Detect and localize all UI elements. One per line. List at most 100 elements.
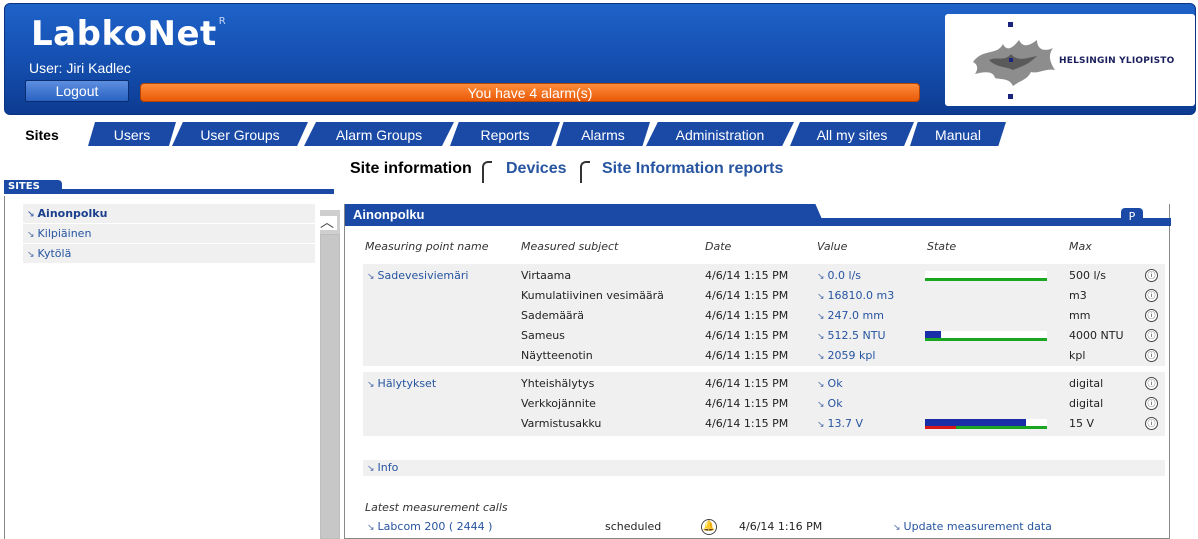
- alarm-notification-bar[interactable]: You have 4 alarm(s): [140, 83, 920, 102]
- state-level-fill: [925, 331, 941, 338]
- print-button[interactable]: P: [1121, 208, 1143, 226]
- arrow-icon: ↘: [367, 464, 375, 474]
- arrow-icon: ↘: [367, 523, 375, 533]
- sidebar-item-ainonpolku[interactable]: ↘ Ainonpolku: [23, 204, 315, 224]
- main-tabs: Sites Users User Groups Alarm Groups Rep…: [10, 120, 1010, 146]
- logout-button[interactable]: Logout: [25, 80, 129, 102]
- info-icon[interactable]: ⓘ: [1145, 377, 1158, 390]
- column-header-state: State: [927, 240, 957, 253]
- site-panel: Ainonpolku P Measuring point name Measur…: [344, 204, 1171, 539]
- tab-reports[interactable]: Reports: [450, 122, 560, 146]
- sidebar: ↘ Ainonpolku ↘ Kilpiäinen ↘ Kytölä ︿: [4, 196, 344, 539]
- arrow-icon: ↘: [893, 523, 901, 533]
- measurement-value-link[interactable]: ↘ 0.0 l/s: [817, 266, 861, 287]
- arrow-icon: ↘: [817, 352, 825, 362]
- measuring-point-link[interactable]: ↘ Sadevesiviemäri: [367, 266, 468, 287]
- device-link[interactable]: ↘ Labcom 200 ( 2444 ): [367, 517, 492, 538]
- tab-alarm-groups[interactable]: Alarm Groups: [304, 122, 454, 146]
- sidebar-item-kilpiainen[interactable]: ↘ Kilpiäinen: [23, 224, 315, 244]
- info-icon[interactable]: ⓘ: [1145, 329, 1158, 342]
- state-limit-line: [925, 278, 1047, 281]
- column-header-measuring-point: Measuring point name: [365, 240, 489, 253]
- arrow-icon: ↘: [817, 272, 825, 282]
- measuring-point-link[interactable]: ↘ Hälytykset: [367, 374, 436, 395]
- measurement-value-link[interactable]: ↘ 13.7 V: [817, 414, 863, 435]
- tab-alarms[interactable]: Alarms: [556, 122, 650, 146]
- table-row: ↘ Sadevesiviemäri Virtaama 4/6/14 1:15 PM…: [363, 266, 1165, 286]
- column-header-date: Date: [705, 240, 732, 253]
- sidebar-header: SITES: [4, 180, 334, 194]
- measurement-date: 4/6/14 1:15 PM: [705, 269, 789, 282]
- arrow-icon: ↘: [367, 380, 375, 390]
- arrow-icon: ↘: [817, 292, 825, 302]
- arrow-icon: ↘: [817, 380, 825, 390]
- info-icon[interactable]: ⓘ: [1145, 269, 1158, 282]
- arrow-icon: ↘: [817, 312, 825, 322]
- info-icon[interactable]: ⓘ: [1145, 417, 1158, 430]
- university-logo: HELSINGIN YLIOPISTO: [945, 14, 1195, 106]
- site-list: ↘ Ainonpolku ↘ Kilpiäinen ↘ Kytölä: [23, 204, 315, 264]
- bell-icon[interactable]: 🔔: [701, 519, 717, 535]
- measurement-date: 4/6/14 1:15 PM: [705, 289, 789, 302]
- max-value: m3: [1069, 289, 1087, 302]
- measurement-value-link[interactable]: ↘ 2059 kpl: [817, 346, 875, 367]
- table-row: Kumulatiivinen vesimäärä 4/6/14 1:15 PM …: [363, 286, 1165, 306]
- max-value: kpl: [1069, 349, 1086, 362]
- state-limit-line: [925, 338, 1047, 341]
- max-value: mm: [1069, 309, 1091, 322]
- arrow-icon: ↘: [27, 250, 35, 260]
- tab-sites[interactable]: Sites: [10, 122, 74, 146]
- measurement-value-link[interactable]: ↘ 512.5 NTU: [817, 326, 886, 347]
- sidebar-item-kytola[interactable]: ↘ Kytölä: [23, 244, 315, 264]
- max-value: 15 V: [1069, 417, 1095, 430]
- measurement-value-link[interactable]: ↘ Ok: [817, 394, 843, 415]
- measurement-value-link[interactable]: ↘ Ok: [817, 374, 843, 395]
- subtab-site-information-reports[interactable]: Site Information reports: [602, 160, 783, 178]
- max-value: 500 l/s: [1069, 269, 1106, 282]
- tab-manual[interactable]: Manual: [910, 122, 1006, 146]
- subtab-devices[interactable]: Devices: [506, 160, 567, 178]
- info-icon[interactable]: ⓘ: [1145, 397, 1158, 410]
- table-row: ↘ Hälytykset Yhteishälytys 4/6/14 1:15 PM…: [363, 374, 1165, 394]
- scrollbar-thumb[interactable]: [320, 234, 340, 539]
- measured-subject: Verkkojännite: [521, 397, 596, 410]
- arrow-icon: ↘: [27, 230, 35, 240]
- table-row: Verkkojännite 4/6/14 1:15 PM ↘ Ok digital…: [363, 394, 1165, 414]
- measurement-date: 4/6/14 1:15 PM: [705, 309, 789, 322]
- info-icon[interactable]: ⓘ: [1145, 349, 1158, 362]
- measured-subject: Näytteenotin: [521, 349, 593, 362]
- subtab-site-information[interactable]: Site information: [350, 160, 472, 178]
- measured-subject: Yhteishälytys: [521, 377, 595, 390]
- column-header-max: Max: [1069, 240, 1092, 253]
- chevron-up-icon[interactable]: ︿: [317, 216, 337, 230]
- sidebar-scrollbar[interactable]: [320, 210, 340, 539]
- subtab-separator: [580, 161, 590, 183]
- measurement-date: 4/6/14 1:15 PM: [705, 329, 789, 342]
- measurement-value-link[interactable]: ↘ 247.0 mm: [817, 306, 884, 327]
- sidebar-title: SITES: [4, 180, 62, 194]
- measurement-value-link[interactable]: ↘ 16810.0 m3: [817, 286, 894, 307]
- info-icon[interactable]: ⓘ: [1145, 309, 1158, 322]
- call-time: 4/6/14 1:16 PM: [739, 520, 823, 533]
- app-title: LabkoNet R: [31, 14, 227, 54]
- panel-title: Ainonpolku: [345, 204, 825, 226]
- state-bar: [925, 419, 1047, 429]
- university-logo-text: HELSINGIN YLIOPISTO: [1059, 56, 1175, 66]
- arrow-icon: ↘: [817, 332, 825, 342]
- arrow-icon: ↘: [817, 420, 825, 430]
- info-row[interactable]: ↘ Info: [363, 460, 1165, 476]
- update-measurement-link[interactable]: ↘ Update measurement data: [893, 517, 1052, 538]
- tab-users[interactable]: Users: [88, 122, 176, 146]
- info-icon[interactable]: ⓘ: [1145, 289, 1158, 302]
- university-seal-icon: [973, 22, 1055, 99]
- measurement-date: 4/6/14 1:15 PM: [705, 397, 789, 410]
- tab-all-my-sites[interactable]: All my sites: [790, 122, 914, 146]
- measuring-point-group: ↘ Sadevesiviemäri Virtaama 4/6/14 1:15 PM…: [363, 264, 1165, 366]
- tab-user-groups[interactable]: User Groups: [172, 122, 308, 146]
- measured-subject: Sademäärä: [521, 309, 584, 322]
- table-row: Näytteenotin 4/6/14 1:15 PM ↘ 2059 kpl kp…: [363, 346, 1165, 366]
- state-bar: [925, 331, 1047, 341]
- state-bar: [925, 271, 1047, 281]
- tab-administration[interactable]: Administration: [646, 122, 794, 146]
- info-link[interactable]: Info: [378, 461, 399, 474]
